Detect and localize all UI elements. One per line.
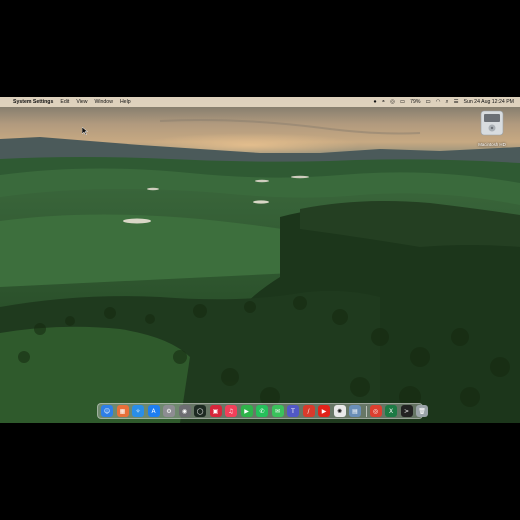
search-icon[interactable]: ⌕: [445, 97, 448, 107]
keyboard-icon[interactable]: ▭: [400, 97, 405, 107]
activity-ring-icon[interactable]: ◯: [194, 405, 206, 417]
preview-icon[interactable]: ▤: [349, 405, 361, 417]
macintosh-hd-desktop-icon[interactable]: Macintosh HD: [478, 110, 506, 147]
system-settings-icon[interactable]: ⚙: [163, 405, 175, 417]
menu-window[interactable]: Window: [94, 99, 112, 105]
battery-percent: 79%: [410, 99, 421, 105]
battery-icon[interactable]: ▭: [425, 97, 430, 107]
desktop-screen: System Settings Edit View Window Help ● …: [0, 97, 520, 423]
sketch-icon[interactable]: /: [302, 405, 315, 417]
menu-app-name[interactable]: System Settings: [13, 99, 53, 105]
terminal-icon[interactable]: >: [400, 405, 413, 417]
menu-edit[interactable]: Edit: [60, 99, 69, 105]
screen-icon[interactable]: ◎: [390, 97, 395, 107]
music-icon[interactable]: ♫: [225, 405, 237, 417]
hard-drive-icon: [480, 110, 504, 136]
facetime-icon[interactable]: ▶: [240, 405, 253, 417]
launchpad-icon[interactable]: ▦: [116, 405, 129, 417]
excel-icon[interactable]: X: [385, 405, 397, 417]
finder-icon[interactable]: ☺: [101, 405, 113, 417]
menu-view[interactable]: View: [76, 99, 87, 105]
drive-label: Macintosh HD: [478, 142, 506, 147]
disk-utility-icon[interactable]: ◉: [178, 405, 191, 417]
messages-icon[interactable]: ✉: [271, 405, 284, 417]
youtube-icon[interactable]: ▶: [318, 405, 330, 417]
user-icon[interactable]: ◓: [382, 97, 385, 107]
openai-icon[interactable]: ✺: [333, 405, 346, 417]
chrome-icon[interactable]: ◎: [369, 405, 382, 417]
dock-separator: [365, 405, 367, 417]
trash-icon[interactable]: 🗑: [416, 405, 428, 417]
photo-booth-icon[interactable]: ▣: [209, 405, 222, 417]
teams-icon[interactable]: T: [287, 405, 299, 417]
whatsapp-icon[interactable]: ✆: [256, 405, 268, 417]
menu-help[interactable]: Help: [120, 99, 131, 105]
control-center-icon[interactable]: ☰: [454, 97, 459, 107]
mouse-cursor-icon: [82, 127, 88, 135]
menu-bar: System Settings Edit View Window Help ● …: [0, 97, 520, 107]
menu-clock[interactable]: Sun 24 Aug 12:24 PM: [464, 99, 514, 105]
record-icon[interactable]: ●: [373, 97, 376, 107]
safari-icon[interactable]: ✧: [132, 405, 144, 417]
dock: ☺ ▦ ✧ A ⚙ ◉ ◯ ▣ ♫ ▶ ✆ ✉ T / ▶ ✺ ▤ ◎ X > 🗑: [97, 403, 428, 419]
wifi-icon[interactable]: ◠: [436, 97, 441, 107]
app-store-icon[interactable]: A: [147, 405, 160, 417]
desktop-wallpaper: [0, 97, 520, 423]
